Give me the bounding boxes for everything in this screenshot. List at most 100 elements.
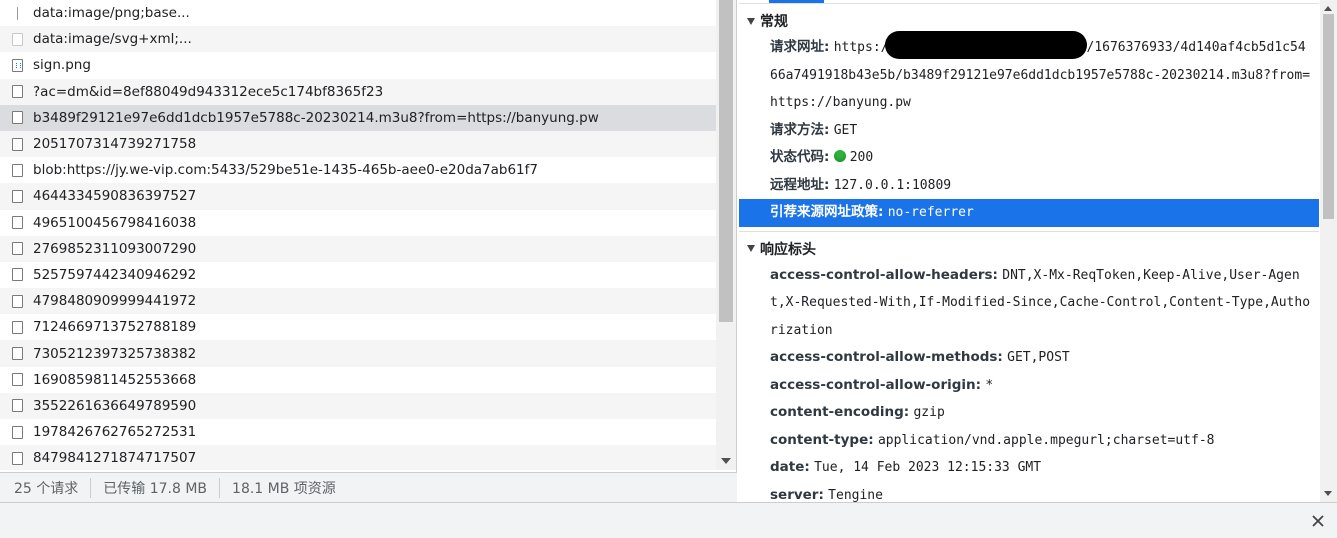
file-icon (12, 399, 23, 413)
scrollbar-thumb[interactable] (1323, 14, 1334, 219)
request-name: 2051707314739271758 (33, 136, 197, 153)
file-icon (12, 242, 23, 256)
header-key: 远程地址: (770, 176, 830, 193)
request-row[interactable]: 2769852311093007290 (0, 235, 716, 262)
header-key: date: (770, 459, 810, 475)
header-value: no-referrer (887, 205, 974, 220)
request-name: sign.png (33, 57, 91, 74)
request-row[interactable]: 1690859811452553668 (0, 367, 716, 393)
file-icon (12, 189, 23, 203)
file-icon (12, 425, 23, 439)
referrer-policy-row[interactable]: 引荐来源网址政策: no-referrer (739, 199, 1319, 227)
response-header-row[interactable]: content-type: application/vnd.apple.mpeg… (739, 427, 1319, 455)
divider (739, 230, 1319, 232)
header-key: content-encoding: (770, 404, 910, 420)
header-key: access-control-allow-headers: (770, 266, 998, 283)
file-icon (12, 347, 23, 361)
file-icon (12, 320, 23, 334)
redaction-mark (884, 30, 1087, 59)
response-header-row[interactable]: access-control-allow-headers: DNT,X-Mx-R… (739, 262, 1319, 345)
header-value: * (985, 377, 994, 393)
response-header-row[interactable]: date: Tue, 14 Feb 2023 12:15:33 GMT (739, 454, 1319, 482)
header-key: 请求网址: (770, 39, 830, 55)
file-icon (12, 85, 23, 99)
request-row[interactable]: 4644334590836397527 (0, 183, 716, 210)
file-icon (12, 216, 23, 230)
request-list: data:image/png;base... data:image/svg+xml… (0, 0, 716, 470)
response-header-row[interactable]: access-control-allow-methods: GET,POST (739, 344, 1319, 372)
request-name: 1690859811452553668 (33, 371, 197, 388)
header-value: GET,POST (1007, 350, 1070, 365)
request-row[interactable]: sign.png (0, 52, 716, 78)
remote-address-row[interactable]: 远程地址: 127.0.0.1:10809 (739, 172, 1319, 200)
request-name: 8479841271874717507 (33, 450, 197, 467)
status-code-row[interactable]: 状态代码: 200 (739, 144, 1319, 172)
drawer-bar (0, 502, 1337, 538)
transferred-size: 已传输 17.8 MB (103, 477, 221, 498)
request-name: ?ac=dm&id=8ef88049d943312ece5c174bf8365f… (33, 83, 384, 100)
scroll-down-arrow-icon[interactable] (1324, 491, 1332, 496)
request-row[interactable]: data:image/png;base... (0, 0, 716, 26)
scroll-down-arrow-icon[interactable] (721, 458, 731, 464)
request-row[interactable]: 4798480909999441972 (0, 288, 716, 315)
request-row[interactable]: 1978426762765272531 (0, 419, 716, 445)
response-headers-list: access-control-allow-headers: DNT,X-Mx-R… (739, 262, 1319, 503)
header-key: server: (770, 486, 824, 503)
request-row[interactable]: 8479841271874717507 (0, 445, 716, 470)
general-section-title: 常规 (760, 14, 788, 30)
headers-panel: 常规 请求网址: https://1676376933/4d140af4cb5d… (739, 0, 1337, 502)
triangle-down-icon (747, 17, 755, 25)
file-icon (12, 137, 23, 151)
request-list-scrollbar[interactable] (716, 0, 736, 470)
close-button[interactable] (1309, 512, 1327, 530)
divider (739, 3, 1319, 4)
header-value: Tue, 14 Feb 2023 12:15:33 GMT (814, 460, 1042, 475)
response-headers-section-toggle[interactable]: 响应标头 (739, 236, 1319, 262)
request-row[interactable]: 7305212397325738382 (0, 340, 716, 367)
status-ok-dot-icon (833, 150, 846, 162)
header-key: 状态代码: (770, 149, 830, 165)
image-file-icon (12, 58, 23, 72)
headers-content: 常规 请求网址: https://1676376933/4d140af4cb5d… (739, 8, 1319, 502)
request-row[interactable]: 5257597442340946292 (0, 262, 716, 288)
request-row[interactable]: blob:https://jy.we-vip.com:5433/529be51e… (0, 157, 716, 183)
file-icon (12, 451, 23, 465)
scroll-up-arrow-icon[interactable] (1324, 6, 1332, 11)
response-header-row[interactable]: access-control-allow-origin: * (739, 372, 1319, 400)
request-name: 2769852311093007290 (33, 240, 197, 257)
header-value: GET (833, 122, 858, 138)
request-row[interactable]: data:image/svg+xml;... (0, 26, 716, 53)
response-header-row[interactable]: content-encoding: gzip (739, 399, 1319, 427)
request-name: 4965100456798416038 (33, 214, 197, 231)
response-headers-section-title: 响应标头 (760, 241, 816, 258)
request-name: 5257597442340946292 (33, 266, 197, 283)
file-icon (12, 268, 23, 282)
header-value: application/vnd.apple.mpegurl;charset=ut… (877, 432, 1215, 448)
request-row[interactable]: 2051707314739271758 (0, 130, 716, 158)
request-method-row[interactable]: 请求方法: GET (739, 117, 1319, 145)
request-name: 7305212397325738382 (33, 345, 197, 362)
response-header-row[interactable]: server: Tengine (739, 482, 1319, 503)
header-value: 200 (849, 150, 874, 165)
request-row[interactable]: 3552261636649789590 (0, 392, 716, 419)
file-icon (12, 111, 23, 125)
header-key: 引荐来源网址政策: (770, 204, 884, 220)
request-row[interactable]: 7124669713752788189 (0, 314, 716, 340)
header-key: content-type: (770, 431, 874, 448)
request-row[interactable]: 4965100456798416038 (0, 210, 716, 236)
request-count: 25 个请求 (14, 477, 92, 498)
request-name: 4644334590836397527 (33, 188, 197, 205)
request-list-pane: data:image/png;base... data:image/svg+xml… (0, 0, 737, 502)
request-name: data:image/png;base... (33, 5, 190, 22)
header-value: https://1676376933/4d140af4cb5d1c5466a74… (770, 30, 1310, 110)
request-name: 3552261636649789590 (33, 397, 197, 414)
request-row[interactable]: b3489f29121e97e6dd1dcb1957e5788c-2023021… (0, 104, 716, 131)
header-value: gzip (913, 405, 945, 420)
headers-scrollbar[interactable] (1320, 0, 1337, 502)
file-icon (12, 163, 23, 177)
triangle-down-icon (747, 245, 755, 252)
request-url-row[interactable]: 请求网址: https://1676376933/4d140af4cb5d1c5… (739, 30, 1319, 117)
scrollbar-thumb[interactable] (719, 0, 733, 322)
header-value: Tengine (828, 487, 883, 503)
request-row[interactable]: ?ac=dm&id=8ef88049d943312ece5c174bf8365f… (0, 78, 716, 105)
